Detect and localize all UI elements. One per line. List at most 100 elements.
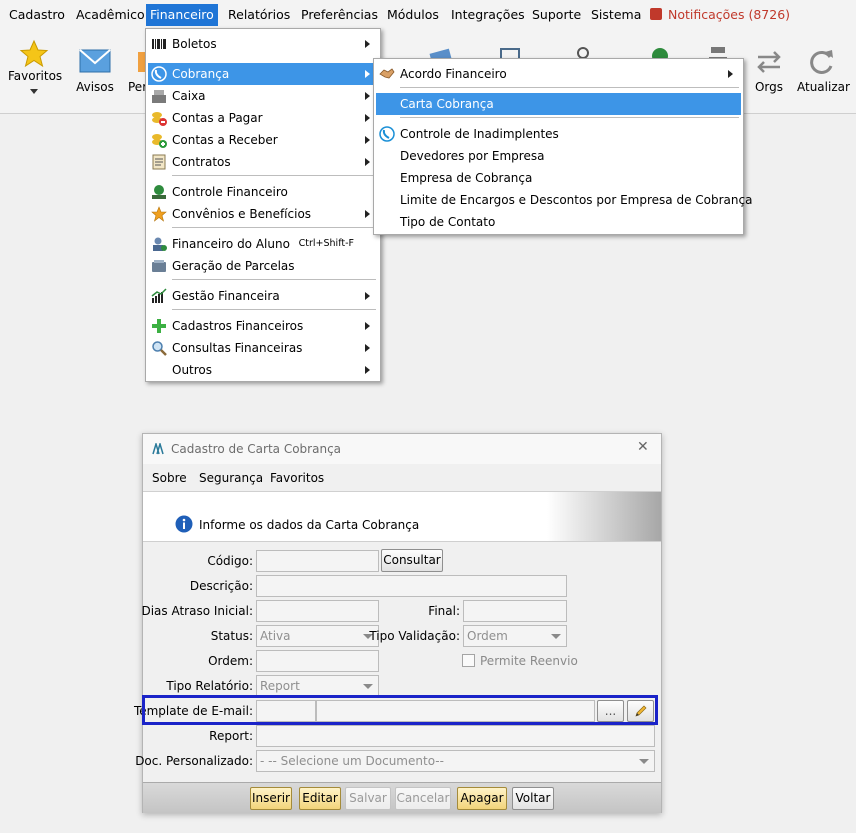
submenu-item-empresa-de-cobranca[interactable]: Empresa de Cobrança — [376, 167, 741, 189]
doc-personalizado-select[interactable]: - -- Selecione um Documento-- — [256, 750, 655, 772]
menu-item-label: Caixa — [172, 89, 206, 103]
report-input[interactable] — [256, 725, 655, 747]
menu-item-boletos[interactable]: Boletos — [148, 33, 378, 55]
menu-sistema[interactable]: Sistema — [587, 4, 645, 26]
descricao-input[interactable] — [256, 575, 567, 597]
menu-item-cadastros-financeiros[interactable]: Cadastros Financeiros — [148, 315, 378, 337]
menu-item-label: Cobrança — [172, 67, 230, 81]
close-icon[interactable]: ✕ — [637, 440, 651, 454]
submenu-item-devedores-por-empresa[interactable]: Devedores por Empresa — [376, 145, 741, 167]
submenu-arrow-icon — [365, 114, 370, 122]
menu-item-geracao-de-parcelas[interactable]: Geração de Parcelas — [148, 255, 378, 277]
submenu-arrow-icon — [728, 70, 733, 78]
menu-item-contratos[interactable]: Contratos — [148, 151, 378, 173]
tipo-relatorio-label: Tipo Relatório: — [166, 679, 253, 693]
cobranca-submenu: Acordo Financeiro Carta Cobrança Control… — [373, 58, 752, 235]
ordem-input[interactable] — [256, 650, 379, 672]
menu-integracoes[interactable]: Integrações — [447, 4, 529, 26]
tipo-relatorio-select[interactable]: Report — [256, 675, 379, 697]
submenu-item-limite-de-encargos[interactable]: Limite de Encargos e Descontos por Empre… — [376, 189, 752, 211]
salvar-button[interactable]: Salvar — [345, 787, 391, 810]
menu-preferencias[interactable]: Preferências — [297, 4, 382, 26]
notifications-link[interactable]: Notificações (8726) — [650, 4, 790, 26]
final-label: Final: — [428, 604, 460, 618]
submenu-item-acordo-financeiro[interactable]: Acordo Financeiro — [376, 63, 741, 85]
financeiro-dropdown: Boletos Cobrança Caixa Contas a Pagar Co… — [145, 28, 381, 382]
dialog-menu-seguranca[interactable]: Segurança — [199, 471, 263, 485]
register-icon — [152, 90, 166, 103]
codigo-input[interactable] — [256, 550, 379, 572]
menu-financeiro[interactable]: Financeiro — [146, 4, 218, 26]
template-email-highlight-box — [142, 695, 658, 725]
menu-suporte[interactable]: Suporte — [528, 4, 585, 26]
magnifier-icon — [152, 341, 167, 356]
menu-item-convenios[interactable]: Convênios e Benefícios — [148, 203, 378, 225]
menu-item-label: Convênios e Benefícios — [172, 207, 312, 221]
dias-atraso-input[interactable] — [256, 600, 379, 622]
menu-separator — [172, 309, 376, 310]
orgs-button[interactable]: Orgs — [752, 50, 786, 94]
inserir-button[interactable]: Inserir — [250, 787, 292, 810]
phone-icon — [379, 126, 395, 142]
menu-modulos[interactable]: Módulos — [383, 4, 443, 26]
permite-reenvio-label: Permite Reenvio — [480, 654, 578, 668]
tipo-validacao-select[interactable]: Ordem — [463, 625, 567, 647]
coins-minus-icon — [152, 112, 167, 126]
report-label: Report: — [209, 729, 253, 743]
menu-item-caixa[interactable]: Caixa — [148, 85, 378, 107]
dialog-menu-favoritos[interactable]: Favoritos — [270, 471, 324, 485]
menu-item-label: Consultas Financeiras — [172, 341, 303, 355]
avisos-button[interactable]: Avisos — [74, 48, 116, 94]
submenu-item-tipo-de-contato[interactable]: Tipo de Contato — [376, 211, 741, 233]
menu-item-label: Gestão Financeira — [172, 289, 280, 303]
menu-item-gestao-financeira[interactable]: Gestão Financeira — [148, 285, 378, 307]
permite-reenvio-checkbox[interactable] — [462, 654, 475, 667]
submenu-item-carta-cobranca[interactable]: Carta Cobrança — [376, 93, 741, 115]
menu-separator — [172, 175, 376, 176]
menu-item-label: Limite de Encargos e Descontos por Empre… — [400, 193, 753, 207]
editar-button[interactable]: Editar — [299, 787, 341, 810]
chart-icon — [151, 288, 167, 303]
apagar-button[interactable]: Apagar — [457, 787, 507, 810]
submenu-item-controle-inadimplentes[interactable]: Controle de Inadimplentes — [376, 123, 741, 145]
consultar-button[interactable]: Consultar — [381, 549, 443, 572]
dialog-header: Informe os dados da Carta Cobrança — [143, 492, 661, 542]
voltar-button[interactable]: Voltar — [512, 787, 554, 810]
menu-academico[interactable]: Acadêmico — [72, 4, 149, 26]
menu-item-label: Cadastros Financeiros — [172, 319, 304, 333]
menu-item-label: Controle Financeiro — [172, 185, 288, 199]
menu-cadastro[interactable]: Cadastro — [5, 4, 69, 26]
submenu-arrow-icon — [365, 322, 370, 330]
dialog-menu-sobre[interactable]: Sobre — [152, 471, 187, 485]
dialog-button-bar: Inserir Editar Salvar Cancelar Apagar Vo… — [143, 782, 661, 813]
chevron-down-icon — [30, 89, 38, 94]
cadastro-carta-cobranca-dialog: Cadastro de Carta Cobrança ✕ Sobre Segur… — [134, 433, 662, 813]
menu-item-cobranca[interactable]: Cobrança — [148, 63, 378, 85]
favoritos-label: Favoritos — [8, 69, 63, 83]
money-icon — [152, 185, 166, 199]
cancelar-button[interactable]: Cancelar — [395, 787, 451, 810]
menu-separator — [400, 87, 739, 88]
menu-item-label: Boletos — [172, 37, 217, 51]
menu-item-financeiro-do-aluno[interactable]: Financeiro do Aluno Ctrl+Shift-F — [148, 233, 378, 255]
menu-item-consultas-financeiras[interactable]: Consultas Financeiras — [148, 337, 378, 359]
menu-item-outros[interactable]: Outros — [148, 359, 378, 381]
menu-relatorios[interactable]: Relatórios — [224, 4, 294, 26]
installments-icon — [152, 260, 166, 272]
descricao-label: Descrição: — [189, 579, 253, 593]
status-select[interactable]: Ativa — [256, 625, 379, 647]
contract-icon — [152, 154, 166, 170]
menu-item-contas-a-receber[interactable]: Contas a Receber — [148, 129, 378, 151]
menu-item-label: Empresa de Cobrança — [400, 171, 533, 185]
swap-arrows-icon — [757, 51, 781, 73]
favoritos-button[interactable]: Favoritos — [8, 39, 63, 94]
atualizar-button[interactable]: Atualizar — [797, 49, 850, 94]
menu-item-contas-a-pagar[interactable]: Contas a Pagar — [148, 107, 378, 129]
orgs-label: Orgs — [754, 80, 784, 94]
menu-item-controle-financeiro[interactable]: Controle Financeiro — [148, 181, 378, 203]
doc-personalizado-value: - -- Selecione um Documento-- — [260, 754, 444, 768]
menu-item-label: Financeiro do Aluno — [172, 237, 290, 251]
final-input[interactable] — [463, 600, 567, 622]
dialog-title: Cadastro de Carta Cobrança — [171, 442, 342, 456]
shortcut-label: Ctrl+Shift-F — [298, 238, 354, 249]
